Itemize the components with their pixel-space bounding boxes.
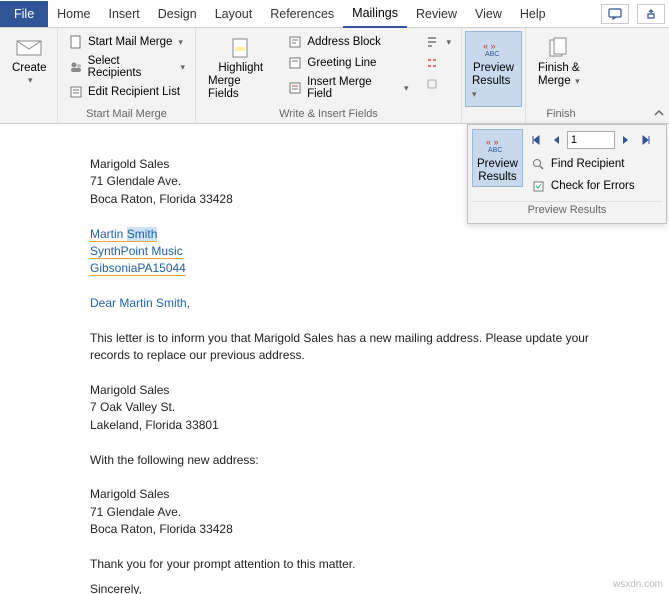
greeting-line: Dear Martin Smith, bbox=[90, 295, 601, 312]
preview-icon: « »ABC bbox=[480, 36, 508, 60]
tab-mailings[interactable]: Mailings bbox=[343, 0, 407, 28]
chevron-down-icon: ▾ bbox=[180, 62, 185, 73]
chevron-down-icon: ▾ bbox=[28, 75, 33, 85]
popup-preview-results[interactable]: « »ABC Preview Results bbox=[472, 129, 523, 187]
next-record[interactable] bbox=[617, 131, 635, 149]
doc-icon bbox=[68, 34, 84, 50]
tab-view[interactable]: View bbox=[466, 1, 511, 27]
tab-design[interactable]: Design bbox=[149, 1, 206, 27]
thanks-line: Thank you for your prompt attention to t… bbox=[90, 556, 601, 573]
group-label bbox=[6, 106, 51, 123]
popup-group-label: Preview Results bbox=[472, 201, 662, 219]
envelope-icon bbox=[15, 36, 43, 60]
comment-button[interactable] bbox=[601, 4, 629, 24]
finish-merge[interactable]: Finish & Merge ▾ bbox=[532, 32, 586, 106]
finish-icon bbox=[545, 36, 573, 60]
tab-layout[interactable]: Layout bbox=[206, 1, 262, 27]
preview-results-popup: « »ABC Preview Results Find Recipient Ch… bbox=[467, 124, 667, 224]
group-write-label: Write & Insert Fields bbox=[202, 106, 455, 123]
watermark: wsxdn.com bbox=[613, 579, 663, 590]
svg-text:ABC: ABC bbox=[485, 51, 499, 57]
comment-icon bbox=[608, 8, 622, 20]
rules-icon bbox=[424, 34, 440, 50]
group-start-label: Start Mail Merge bbox=[64, 106, 189, 123]
insert-merge-field[interactable]: Insert Merge Field▾ bbox=[283, 74, 412, 102]
new-address: Marigold Sales71 Glendale Ave.Boca Raton… bbox=[90, 486, 601, 538]
chevron-down-icon: ▾ bbox=[178, 37, 183, 48]
closing: Sincerely, bbox=[90, 581, 601, 594]
svg-text:« »: « » bbox=[486, 137, 499, 147]
update-labels[interactable] bbox=[420, 74, 455, 94]
share-button[interactable] bbox=[637, 4, 665, 24]
last-record[interactable] bbox=[637, 131, 655, 149]
chevron-down-icon: ▾ bbox=[472, 89, 477, 99]
check-for-errors[interactable]: Check for Errors bbox=[527, 175, 662, 197]
record-number-input[interactable] bbox=[567, 131, 615, 149]
greeting-icon bbox=[287, 55, 303, 71]
create-button[interactable]: Create ▾ bbox=[6, 32, 53, 106]
greeting-line[interactable]: Greeting Line bbox=[283, 53, 412, 73]
address-block[interactable]: Address Block bbox=[283, 32, 412, 52]
share-icon bbox=[644, 8, 658, 20]
check-icon bbox=[531, 178, 547, 194]
highlight-icon bbox=[227, 36, 255, 60]
list-icon bbox=[68, 84, 84, 100]
start-mail-merge[interactable]: Start Mail Merge▾ bbox=[64, 32, 189, 52]
tab-references[interactable]: References bbox=[261, 1, 343, 27]
update-icon bbox=[424, 76, 440, 92]
match-fields[interactable] bbox=[420, 53, 455, 73]
tab-review[interactable]: Review bbox=[407, 1, 466, 27]
tab-insert[interactable]: Insert bbox=[100, 1, 149, 27]
rules-menu[interactable]: ▾ bbox=[420, 32, 455, 52]
recipient-block: Martin Smith SynthPoint Music GibsoniaPA… bbox=[90, 226, 601, 278]
field-icon bbox=[287, 80, 303, 96]
create-label: Create bbox=[12, 62, 47, 75]
old-address: Marigold Sales7 Oak Valley St.Lakeland, … bbox=[90, 382, 601, 434]
group-finish-label: Finish bbox=[532, 106, 590, 123]
chevron-down-icon: ▾ bbox=[446, 37, 451, 48]
tab-help[interactable]: Help bbox=[511, 1, 555, 27]
body-paragraph: This letter is to inform you that Marigo… bbox=[90, 330, 601, 365]
address-icon bbox=[287, 34, 303, 50]
preview-icon: « »ABC bbox=[483, 132, 511, 156]
find-recipient[interactable]: Find Recipient bbox=[527, 153, 662, 175]
match-icon bbox=[424, 55, 440, 71]
chevron-down-icon: ▾ bbox=[573, 76, 580, 86]
chevron-down-icon: ▾ bbox=[404, 83, 409, 94]
selected-text: Smith bbox=[127, 227, 158, 242]
svg-text:ABC: ABC bbox=[488, 147, 502, 153]
edit-recipient-list[interactable]: Edit Recipient List bbox=[64, 82, 189, 102]
prev-record[interactable] bbox=[547, 131, 565, 149]
people-icon bbox=[68, 59, 84, 75]
search-icon bbox=[531, 156, 547, 172]
collapse-ribbon[interactable] bbox=[653, 107, 665, 119]
select-recipients[interactable]: Select Recipients▾ bbox=[64, 53, 189, 81]
file-tab[interactable]: File bbox=[0, 1, 48, 27]
with-line: With the following new address: bbox=[90, 452, 601, 469]
tab-bar: File Home Insert Design Layout Reference… bbox=[0, 0, 669, 28]
first-record[interactable] bbox=[527, 131, 545, 149]
record-navigator bbox=[527, 129, 662, 153]
preview-results[interactable]: « »ABC Preview Results ▾ bbox=[465, 31, 522, 107]
ribbon: Create ▾ Start Mail Merge▾ Select Recipi… bbox=[0, 28, 669, 124]
highlight-merge-fields[interactable]: Highlight Merge Fields bbox=[202, 32, 279, 106]
tab-home[interactable]: Home bbox=[48, 1, 99, 27]
svg-text:« »: « » bbox=[483, 41, 496, 51]
